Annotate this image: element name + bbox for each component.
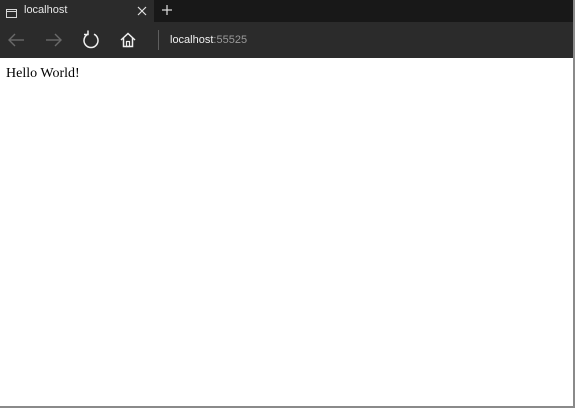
close-icon[interactable] <box>135 4 149 18</box>
tab-strip: localhost <box>0 0 573 22</box>
plus-icon[interactable] <box>160 3 174 17</box>
page-text: Hello World! <box>6 66 80 81</box>
tab-localhost[interactable]: localhost <box>0 0 154 22</box>
arrow-right-icon[interactable] <box>42 28 66 52</box>
arrow-left-icon[interactable] <box>4 28 28 52</box>
toolbar: localhost:55525 <box>0 22 573 58</box>
page-icon <box>6 5 17 18</box>
browser-window: localhost localhost:55525 Hello World! <box>0 0 575 408</box>
address-port: :55525 <box>213 34 248 46</box>
toolbar-divider <box>158 30 159 50</box>
tab-title: localhost <box>24 4 68 16</box>
address-host: localhost <box>170 34 214 46</box>
page-content: Hello World! <box>0 58 573 406</box>
address-bar[interactable]: localhost:55525 <box>170 33 247 47</box>
home-icon[interactable] <box>116 28 140 52</box>
refresh-icon[interactable] <box>79 28 103 52</box>
